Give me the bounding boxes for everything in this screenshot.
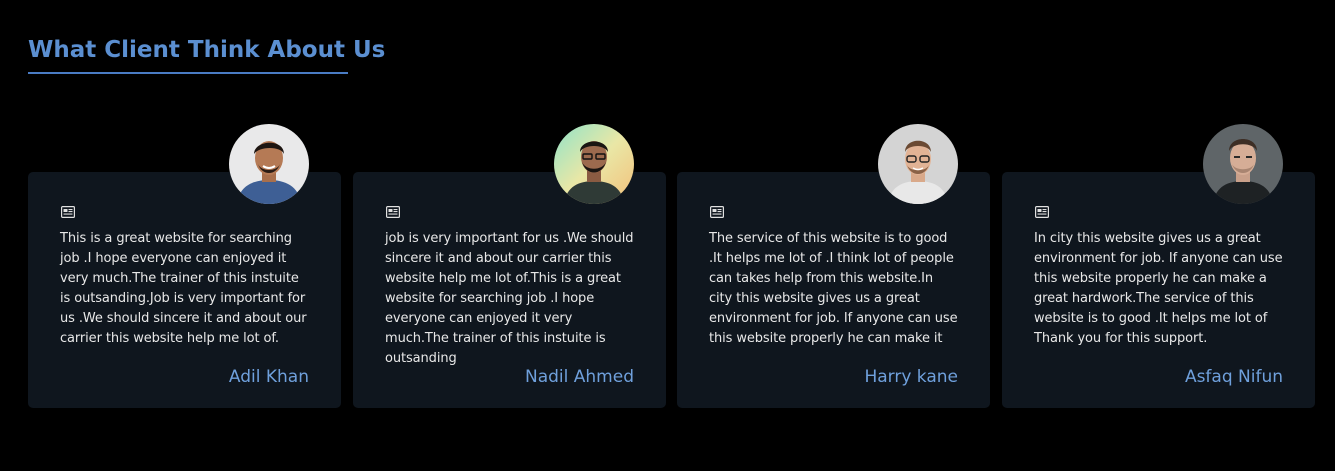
newspaper-icon xyxy=(386,206,400,218)
section-title: What Client Think About Us xyxy=(28,37,386,63)
client-avatar xyxy=(878,124,958,204)
client-name: Asfaq Nifun xyxy=(1184,367,1283,387)
client-name: Harry kane xyxy=(864,367,958,387)
testimonial-card: This is a great website for searching jo… xyxy=(28,124,341,408)
client-name: Nadil Ahmed xyxy=(525,367,634,387)
newspaper-icon xyxy=(61,206,75,218)
client-avatar xyxy=(229,124,309,204)
client-avatar xyxy=(1203,124,1283,204)
newspaper-icon xyxy=(710,206,724,218)
testimonial-text: In city this website gives us a great en… xyxy=(1034,231,1283,346)
testimonial-card: In city this website gives us a great en… xyxy=(1002,124,1315,408)
newspaper-icon xyxy=(1035,206,1049,218)
testimonial-text: This is a great website for searching jo… xyxy=(60,231,307,346)
testimonial-card: The service of this website is to good .… xyxy=(677,124,990,408)
client-name: Adil Khan xyxy=(228,367,309,387)
testimonial-text: job is very important for us .We should … xyxy=(385,231,634,366)
client-avatar xyxy=(554,124,634,204)
title-underline xyxy=(28,72,348,74)
testimonial-text: The service of this website is to good .… xyxy=(709,231,958,346)
testimonial-card: job is very important for us .We should … xyxy=(353,124,666,408)
